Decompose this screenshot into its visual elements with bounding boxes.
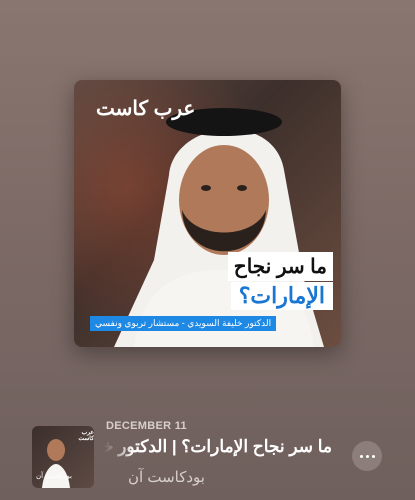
more-options-button[interactable] (352, 441, 382, 471)
show-name[interactable]: بودكاست آن (128, 468, 205, 486)
episode-thumbnail[interactable]: عرب كاست بودكاست آن (32, 426, 94, 488)
artwork-title-line2: الإمارات؟ (230, 282, 333, 310)
episode-date: DECEMBER 11 (106, 420, 187, 432)
thumbnail-caption: بودكاست آن (36, 473, 72, 480)
ellipsis-icon (358, 454, 376, 458)
podcast-artwork[interactable]: عرب كاست ما سر نجاح الإمارات؟ الدكتور خل… (74, 80, 341, 347)
brand-logo: عرب كاست (96, 98, 196, 120)
artwork-title-line1: ما سر نجاح (227, 252, 333, 281)
thumbnail-brand: عرب كاست (78, 430, 94, 442)
episode-title[interactable]: ما سر نجاح الإمارات؟ | الدكتور خليفة الس… (104, 437, 332, 457)
artwork-subtitle: الدكتور خليفة السويدي - مستشار تربوي ونف… (90, 316, 277, 331)
